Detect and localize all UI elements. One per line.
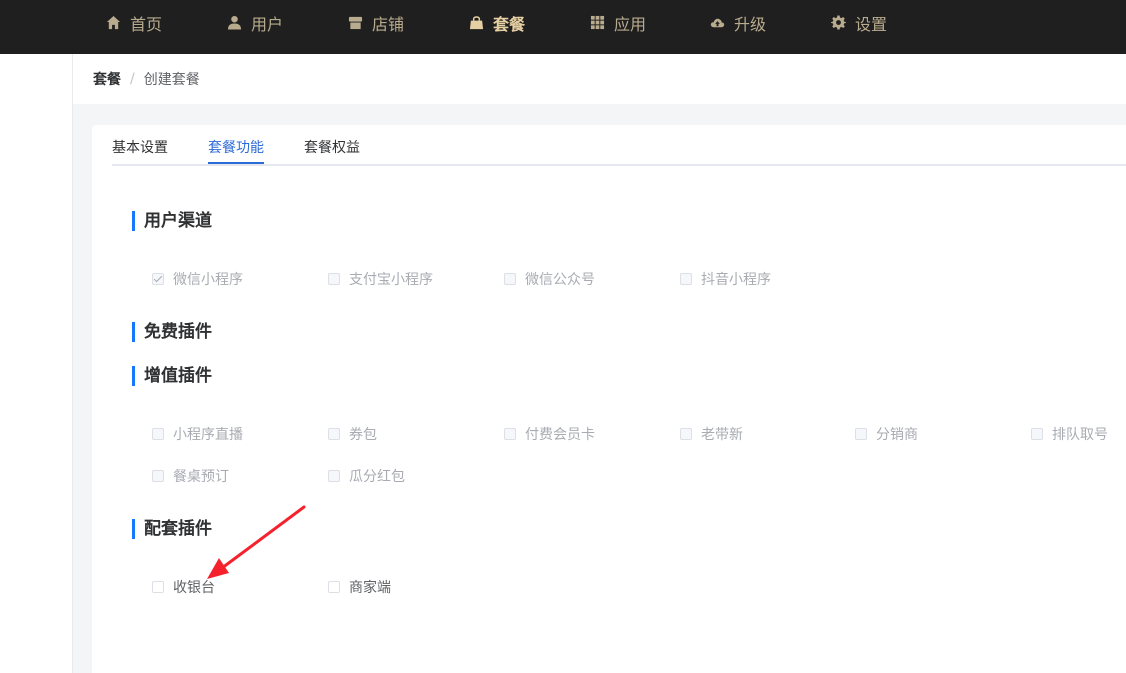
nav-item-label: 套餐: [493, 14, 526, 34]
checkbox-cashier[interactable]: 收银台: [152, 577, 215, 597]
checkbox-plugin-table-booking[interactable]: 餐桌预订: [152, 466, 229, 486]
checkbox-label: 排队取号: [1052, 427, 1108, 443]
checkbox-label: 抖音小程序: [701, 272, 771, 288]
checkbox-plugin-split-red-packet[interactable]: 瓜分红包: [328, 466, 405, 486]
nav-item-label: 设置: [855, 14, 888, 34]
nav-item-label: 首页: [130, 14, 163, 34]
store-icon: [348, 16, 363, 30]
apps-grid-icon: [590, 15, 605, 30]
checkbox-plugin-paid-membership[interactable]: 付费会员卡: [504, 424, 595, 444]
main-content: 套餐 / 创建套餐 基本设置 套餐功能 套餐权益 用户渠道 微信小程序 支付宝小…: [73, 54, 1126, 673]
section-title-supporting-plugins: 配套插件: [132, 519, 212, 539]
user-icon: [227, 15, 242, 30]
checkbox-box[interactable]: [152, 273, 164, 285]
checkbox-box[interactable]: [152, 470, 164, 482]
gear-icon: [831, 15, 846, 30]
checkbox-box[interactable]: [504, 273, 516, 285]
breadcrumb-current: 创建套餐: [143, 72, 200, 88]
checkbox-label: 微信公众号: [525, 272, 595, 288]
checkbox-merchant-app[interactable]: 商家端: [328, 577, 391, 597]
nav-item-home[interactable]: 首页: [106, 0, 162, 45]
checkbox-box[interactable]: [504, 428, 516, 440]
checkbox-plugin-referral[interactable]: 老带新: [680, 424, 743, 444]
checkbox-label: 微信小程序: [173, 272, 243, 288]
checkbox-alipay-miniprogram[interactable]: 支付宝小程序: [328, 269, 433, 289]
nav-item-label: 用户: [251, 14, 284, 34]
nav-item-users[interactable]: 用户: [227, 0, 283, 45]
cloud-upload-icon: [710, 18, 725, 28]
nav-item-apps[interactable]: 应用: [590, 0, 646, 45]
top-nav-bar: 首页 用户 店铺 套餐 应用 升级 设置: [0, 0, 1126, 54]
checkbox-label: 商家端: [349, 580, 391, 596]
checkbox-label: 餐桌预订: [173, 469, 229, 485]
checkbox-plugin-queue[interactable]: 排队取号: [1031, 424, 1108, 444]
checkbox-box[interactable]: [1031, 428, 1043, 440]
checkbox-box[interactable]: [328, 581, 340, 593]
nav-item-store[interactable]: 店铺: [348, 0, 404, 45]
section-title-user-channels: 用户渠道: [132, 211, 212, 231]
checkbox-plugin-distributor[interactable]: 分销商: [855, 424, 918, 444]
bag-icon: [469, 16, 484, 30]
section-title-free-plugins: 免费插件: [132, 322, 212, 342]
breadcrumb: 套餐 / 创建套餐: [73, 54, 1126, 104]
breadcrumb-separator: /: [130, 71, 135, 87]
checkbox-label: 收银台: [173, 580, 215, 596]
checkbox-label: 老带新: [701, 427, 743, 443]
section-title-value-added-plugins: 增值插件: [132, 366, 212, 386]
nav-item-packages[interactable]: 套餐: [469, 0, 525, 45]
checkbox-label: 分销商: [876, 427, 918, 443]
checkbox-douyin-miniprogram[interactable]: 抖音小程序: [680, 269, 771, 289]
tab-package-features[interactable]: 套餐功能: [208, 137, 264, 157]
left-sidebar: [0, 54, 73, 673]
tab-basic-settings[interactable]: 基本设置: [112, 137, 168, 157]
home-icon: [106, 15, 121, 30]
checkbox-box[interactable]: [328, 428, 340, 440]
checkbox-box[interactable]: [855, 428, 867, 440]
form-card: 基本设置 套餐功能 套餐权益 用户渠道 微信小程序 支付宝小程序 微信公众号 抖…: [92, 125, 1126, 673]
nav-item-label: 店铺: [372, 14, 405, 34]
checkbox-box[interactable]: [680, 428, 692, 440]
checkbox-box[interactable]: [152, 428, 164, 440]
nav-item-label: 应用: [614, 14, 647, 34]
checkbox-box[interactable]: [328, 273, 340, 285]
checkbox-wechat-official-account[interactable]: 微信公众号: [504, 269, 595, 289]
checkbox-box[interactable]: [152, 581, 164, 593]
checkbox-label: 券包: [349, 427, 377, 443]
active-tab-indicator: [208, 162, 264, 164]
tab-package-benefits[interactable]: 套餐权益: [304, 137, 360, 157]
nav-item-upgrade[interactable]: 升级: [710, 0, 766, 45]
tab-bar: 基本设置 套餐功能 套餐权益: [112, 125, 1126, 166]
checkbox-plugin-coupon-pack[interactable]: 券包: [328, 424, 377, 444]
checkbox-box[interactable]: [680, 273, 692, 285]
nav-item-settings[interactable]: 设置: [831, 0, 887, 45]
checkbox-box[interactable]: [328, 470, 340, 482]
breadcrumb-root-link[interactable]: 套餐: [93, 69, 121, 89]
checkbox-label: 付费会员卡: [525, 427, 595, 443]
checkbox-wechat-miniprogram[interactable]: 微信小程序: [152, 269, 243, 289]
nav-item-label: 升级: [734, 14, 767, 34]
checkbox-label: 支付宝小程序: [349, 272, 433, 288]
checkbox-label: 瓜分红包: [349, 469, 405, 485]
checkbox-label: 小程序直播: [173, 427, 243, 443]
checkbox-plugin-live[interactable]: 小程序直播: [152, 424, 243, 444]
